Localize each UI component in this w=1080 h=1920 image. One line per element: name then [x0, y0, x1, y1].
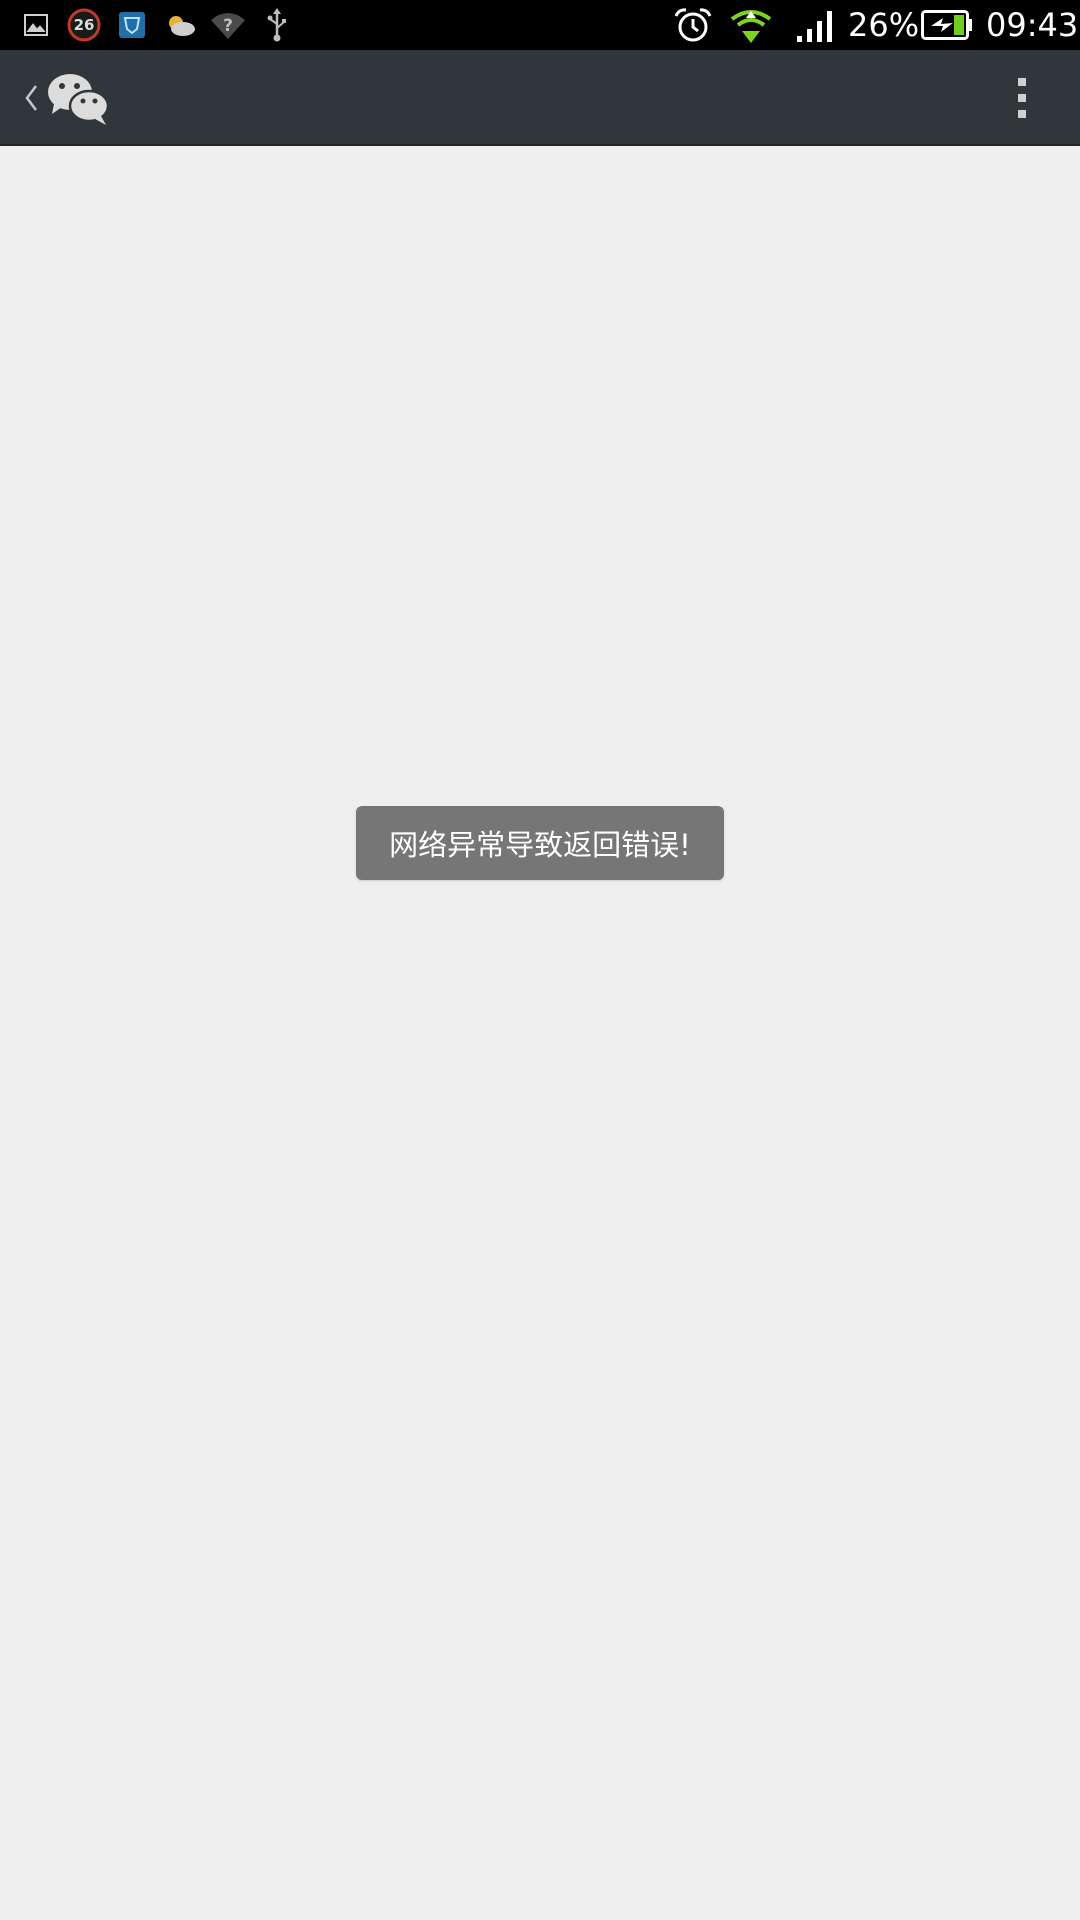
gallery-icon — [22, 0, 50, 50]
status-time: 09:43 — [986, 6, 1079, 44]
counter-badge-icon: 26 — [64, 0, 104, 50]
overflow-menu-icon — [1016, 76, 1028, 120]
back-button[interactable] — [8, 50, 118, 146]
screen: 26 ? 26% 09:43 网络异常导致返回错误! — [0, 0, 1080, 1920]
shield-icon — [116, 0, 148, 50]
counter-badge-text: 26 — [73, 16, 95, 34]
wifi-unknown-icon: ? — [208, 0, 248, 50]
webview-content — [0, 146, 1080, 1920]
status-bar: 26 ? 26% 09:43 — [0, 0, 1080, 50]
svg-text:?: ? — [223, 16, 233, 36]
alarm-icon — [672, 0, 714, 50]
weather-icon — [162, 0, 198, 50]
toast-message: 网络异常导致返回错误! — [389, 828, 691, 862]
error-toast: 网络异常导致返回错误! — [356, 806, 724, 880]
signal-icon — [794, 0, 836, 50]
usb-icon — [262, 0, 292, 50]
back-chevron-icon — [16, 78, 46, 118]
battery-percent: 26% — [848, 6, 920, 44]
battery-charging-icon — [920, 0, 974, 50]
wechat-logo-icon — [46, 70, 110, 126]
wifi-upload-icon — [728, 0, 774, 50]
action-bar — [0, 50, 1080, 146]
overflow-menu-button[interactable] — [994, 50, 1050, 146]
